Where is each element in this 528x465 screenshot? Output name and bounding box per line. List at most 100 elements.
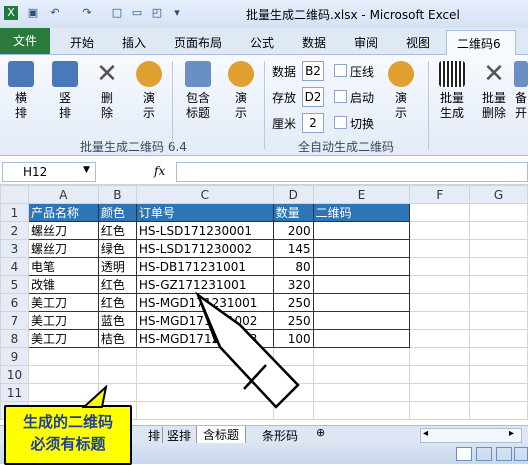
cell[interactable]	[469, 329, 528, 348]
tab-view[interactable]: 视图	[406, 34, 430, 51]
cm-size-field[interactable]: 2	[302, 113, 324, 133]
cell[interactable]	[312, 347, 411, 366]
cell[interactable]	[409, 347, 471, 366]
cell[interactable]: 红色	[97, 221, 137, 240]
scroll-right-icon[interactable]: ▸	[509, 428, 514, 439]
cell[interactable]	[469, 257, 528, 276]
row-header[interactable]: 4	[0, 257, 29, 276]
cell[interactable]: 数量	[272, 203, 314, 222]
cell[interactable]	[469, 347, 528, 366]
cell[interactable]: 200	[272, 221, 314, 240]
cell[interactable]: 绿色	[97, 239, 137, 258]
tab-formulas[interactable]: 公式	[250, 34, 274, 51]
row-header[interactable]: 3	[0, 239, 29, 258]
cell[interactable]	[469, 401, 528, 420]
row-header[interactable]: 10	[0, 365, 29, 384]
redo-icon[interactable]: ↷	[80, 6, 94, 20]
cell[interactable]: 美工刀	[27, 293, 99, 312]
tab-page-layout[interactable]: 页面布局	[174, 34, 222, 51]
cell[interactable]: 美工刀	[27, 329, 99, 348]
cell[interactable]	[409, 203, 471, 222]
cell[interactable]: 螺丝刀	[27, 239, 99, 258]
cell[interactable]: HS-LSD171230001	[135, 221, 274, 240]
name-box[interactable]: H12 ▼	[2, 162, 96, 182]
new-file-icon[interactable]: □	[110, 6, 124, 20]
horizontal-scrollbar[interactable]: ◂ ▸	[420, 428, 522, 443]
print-preview-icon[interactable]: ◰	[150, 6, 164, 20]
row-header[interactable]: 1	[0, 203, 29, 222]
page-layout-view-icon[interactable]	[476, 447, 492, 461]
row-header[interactable]: 6	[0, 293, 29, 312]
cell[interactable]: 红色	[97, 293, 137, 312]
save-icon[interactable]: ▣	[26, 6, 40, 20]
chevron-down-icon[interactable]: ▼	[83, 165, 90, 175]
cell[interactable]	[409, 257, 471, 276]
cell[interactable]	[409, 383, 471, 402]
cell[interactable]: 透明	[97, 257, 137, 276]
cell[interactable]	[312, 383, 411, 402]
select-all-corner[interactable]	[0, 185, 29, 204]
cell[interactable]	[312, 311, 411, 330]
include-title-button[interactable]: 包含 标题	[180, 61, 216, 121]
demo-button-3[interactable]: 演 示	[386, 61, 416, 121]
batch-generate-button[interactable]: 批量 生成	[434, 61, 470, 121]
cell[interactable]: 产品名称	[27, 203, 99, 222]
cell[interactable]	[27, 347, 99, 366]
store-range-field[interactable]: D2	[302, 87, 324, 107]
page-break-view-icon[interactable]	[496, 447, 512, 461]
cell[interactable]	[97, 365, 137, 384]
cell[interactable]	[409, 329, 471, 348]
normal-view-icon[interactable]	[456, 447, 472, 461]
data-range-field[interactable]: B2	[302, 61, 324, 81]
demo-button-2[interactable]: 演 示	[226, 61, 256, 121]
startup-checkbox[interactable]	[334, 90, 347, 103]
sheet-tab-horizontal[interactable]: 排	[148, 427, 160, 444]
cell[interactable]: 145	[272, 239, 314, 258]
cell[interactable]	[312, 329, 411, 348]
undo-icon[interactable]: ↶	[48, 6, 62, 20]
cell[interactable]	[312, 239, 411, 258]
zoom-icon[interactable]	[514, 447, 528, 461]
cell[interactable]: HS-DB171231001	[135, 257, 274, 276]
demo-button-1[interactable]: 演 示	[134, 61, 164, 121]
delete-button[interactable]: ✕ 删 除	[92, 61, 122, 121]
column-header-g[interactable]: G	[469, 185, 528, 204]
row-header[interactable]: 9	[0, 347, 29, 366]
cell[interactable]: 红色	[97, 275, 137, 294]
cell[interactable]	[409, 311, 471, 330]
cell[interactable]	[469, 293, 528, 312]
switch-checkbox[interactable]	[334, 116, 347, 129]
cell[interactable]: 蓝色	[97, 311, 137, 330]
tab-review[interactable]: 审阅	[354, 34, 378, 51]
scroll-left-icon[interactable]: ◂	[423, 428, 428, 439]
cell[interactable]: 80	[272, 257, 314, 276]
cell[interactable]	[469, 203, 528, 222]
press-line-checkbox[interactable]	[334, 64, 347, 77]
cell[interactable]	[312, 365, 411, 384]
cell[interactable]	[409, 401, 471, 420]
column-header-c[interactable]: C	[135, 185, 274, 204]
sheet-tab-vertical[interactable]: 竖排	[162, 427, 191, 444]
cell[interactable]: 桔色	[97, 329, 137, 348]
cell[interactable]: 美工刀	[27, 311, 99, 330]
vertical-button[interactable]: 竖 排	[50, 61, 80, 121]
cell[interactable]	[469, 365, 528, 384]
insert-sheet-icon[interactable]: ⊕	[316, 426, 325, 439]
cell[interactable]: 改锥	[27, 275, 99, 294]
cell[interactable]: 订单号	[135, 203, 274, 222]
customize-qat-icon[interactable]: ▾	[170, 6, 184, 20]
tab-qrcode-active[interactable]: 二维码6	[446, 30, 516, 55]
cell[interactable]	[469, 221, 528, 240]
cell[interactable]	[312, 275, 411, 294]
cell[interactable]: 颜色	[97, 203, 137, 222]
tab-file[interactable]: 文件	[0, 28, 50, 54]
cell[interactable]: 电笔	[27, 257, 99, 276]
row-header[interactable]: 2	[0, 221, 29, 240]
horizontal-button[interactable]: 横 排	[6, 61, 36, 121]
sheet-tab-barcode[interactable]: 条形码	[258, 427, 298, 444]
tab-data[interactable]: 数据	[302, 34, 326, 51]
open-folder-icon[interactable]: ▭	[130, 6, 144, 20]
cell[interactable]	[409, 239, 471, 258]
cell[interactable]	[312, 257, 411, 276]
cell[interactable]	[312, 401, 411, 420]
